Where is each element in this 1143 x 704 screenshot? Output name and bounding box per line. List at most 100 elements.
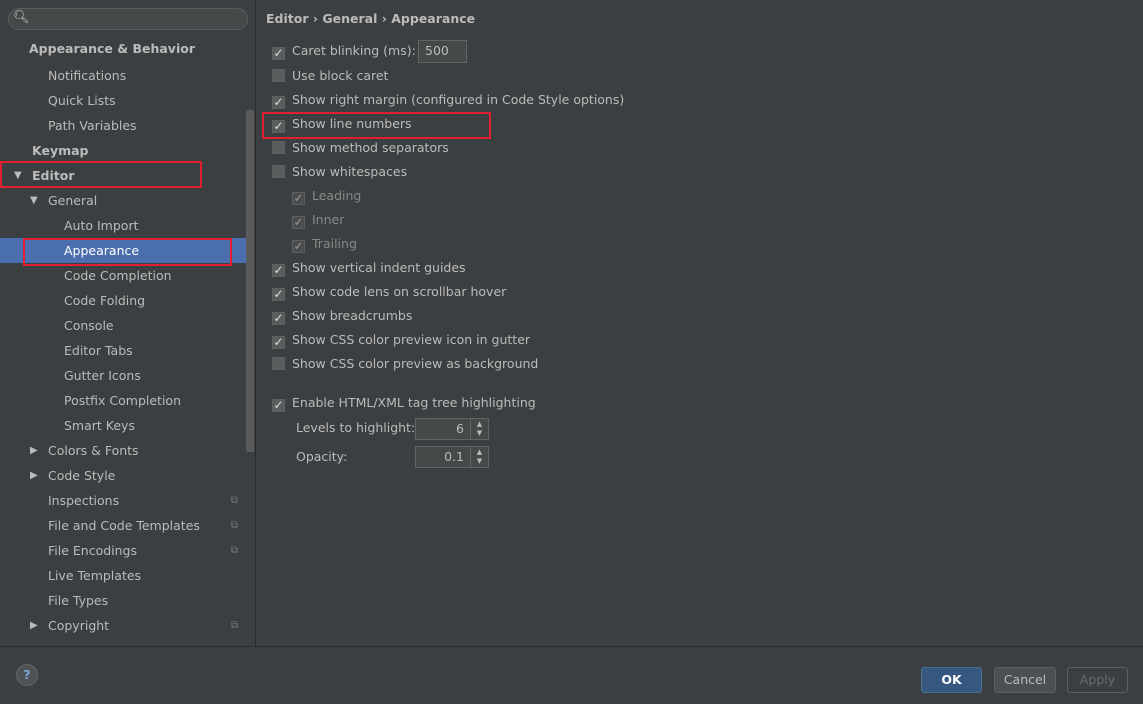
option-checkbox[interactable]: ✓ Show CSS color preview icon in gutter [272, 330, 530, 350]
sidebar-item[interactable]: Notifications [0, 63, 246, 88]
apply-button[interactable]: Apply [1067, 667, 1128, 693]
settings-tree: 🔍︎ Appearance & Behavior Notifications Qui… [0, 0, 256, 646]
sidebar-item-label: Keymap [32, 143, 89, 158]
sidebar-item[interactable]: Code Completion [0, 263, 246, 288]
sidebar-item[interactable]: File Encodings ⧉ [0, 538, 246, 563]
sidebar-item-label: File Types [48, 593, 109, 608]
checkbox-checked-icon[interactable]: ✓ [292, 192, 305, 205]
sidebar-scrollbar[interactable] [246, 110, 254, 452]
option-checkbox[interactable]: Show method separators [272, 138, 449, 158]
checkbox-unchecked-icon[interactable] [272, 165, 285, 178]
breadcrumb-appearance: Appearance [391, 11, 476, 26]
sidebar-item-label: Appearance & Behavior [29, 41, 195, 56]
checkbox-unchecked-icon[interactable] [272, 69, 285, 82]
sidebar-item-label: Colors & Fonts [48, 443, 139, 458]
option-label: Leading [312, 188, 362, 203]
help-button[interactable]: ? [16, 664, 38, 686]
checkbox-checked-icon[interactable]: ✓ [272, 264, 285, 277]
sidebar-item-label: Console [64, 318, 114, 333]
sidebar-item[interactable]: Keymap [0, 138, 246, 163]
sidebar-item[interactable]: ▶ Copyright ⧉ [0, 613, 246, 638]
option-label: Enable HTML/XML tag tree highlighting [292, 395, 536, 410]
spinner-arrows-icon[interactable]: ▲ ▼ [470, 447, 488, 467]
checkbox-checked-icon[interactable]: ✓ [292, 216, 305, 229]
sidebar-item[interactable]: Smart Keys [0, 413, 246, 438]
sidebar-item[interactable]: ▶ Code Style [0, 463, 246, 488]
footer-divider [0, 646, 1143, 647]
checkbox-checked-icon[interactable]: ✓ [272, 47, 285, 60]
breadcrumb-editor[interactable]: Editor [266, 11, 309, 26]
sidebar-item-label: Quick Lists [48, 93, 116, 108]
caret-blinking-input[interactable]: 500 [418, 40, 467, 63]
highlight-box-editor [0, 161, 202, 188]
sidebar-item-label: Postfix Completion [64, 393, 181, 408]
collapsed-arrow-icon[interactable]: ▶ [30, 613, 38, 638]
levels-value: 6 [456, 421, 464, 436]
checkbox-checked-icon[interactable]: ✓ [272, 288, 285, 301]
option-checkbox[interactable]: ✓ Show breadcrumbs [272, 306, 412, 326]
sidebar-item[interactable]: Code Folding [0, 288, 246, 313]
option-checkbox[interactable]: ✓ Leading [292, 186, 361, 206]
sidebar-item[interactable]: Postfix Completion [0, 388, 246, 413]
sidebar-item[interactable]: Gutter Icons [0, 363, 246, 388]
checkbox-unchecked-icon[interactable] [272, 357, 285, 370]
option-label: Inner [312, 212, 345, 227]
collapsed-arrow-icon[interactable]: ▶ [30, 438, 38, 463]
option-checkbox[interactable]: Use block caret [272, 66, 388, 86]
option-label: Show CSS color preview icon in gutter [292, 332, 531, 347]
option-checkbox[interactable]: ✓ Show code lens on scrollbar hover [272, 282, 506, 302]
spinner-arrows-icon[interactable]: ▲ ▼ [470, 419, 488, 439]
sidebar-item-label: File Encodings [48, 543, 138, 558]
checkbox-checked-icon[interactable]: ✓ [272, 312, 285, 325]
search-icon: 🔍︎ [13, 10, 30, 25]
project-settings-icon: ⧉ [230, 520, 238, 531]
sidebar-item[interactable]: ▶ Colors & Fonts [0, 438, 246, 463]
sidebar-item[interactable]: ▼ General [0, 188, 246, 213]
sidebar-item[interactable]: Appearance & Behavior [0, 36, 246, 61]
sidebar-item[interactable]: File and Code Templates ⧉ [0, 513, 246, 538]
sidebar-item[interactable]: Inspections ⧉ [0, 488, 246, 513]
highlight-box-line-numbers [262, 112, 491, 139]
sidebar-item[interactable]: Editor Tabs [0, 338, 246, 363]
levels-label: Levels to highlight: [296, 420, 416, 435]
opacity-spinner[interactable]: 0.1 ▲ ▼ [415, 446, 489, 468]
checkbox-checked-icon[interactable]: ✓ [272, 336, 285, 349]
project-settings-icon: ⧉ [230, 495, 238, 506]
option-checkbox[interactable]: ✓ Enable HTML/XML tag tree highlighting [272, 393, 536, 413]
breadcrumb-general[interactable]: General [322, 11, 377, 26]
sidebar-item-label: Smart Keys [64, 418, 135, 433]
sidebar-item[interactable]: Console [0, 313, 246, 338]
checkbox-checked-icon[interactable]: ✓ [292, 240, 305, 253]
cancel-button[interactable]: Cancel [994, 667, 1056, 693]
option-checkbox[interactable]: ✓ Show right margin (configured in Code S… [272, 90, 624, 110]
checkbox-unchecked-icon[interactable] [272, 141, 285, 154]
ok-button[interactable]: OK [921, 667, 982, 693]
levels-spinner[interactable]: 6 ▲ ▼ [415, 418, 489, 440]
option-label: Show breadcrumbs [292, 308, 413, 323]
search-input[interactable]: 🔍︎ [8, 8, 248, 30]
sidebar-item[interactable]: File Types [0, 588, 246, 613]
sidebar-item-label: Gutter Icons [64, 368, 141, 383]
option-label: Use block caret [292, 68, 389, 83]
option-checkbox[interactable]: Show CSS color preview as background [272, 354, 538, 374]
option-checkbox[interactable]: ✓ Inner [292, 210, 344, 230]
breadcrumb: Editor › General › Appearance [266, 11, 475, 26]
sidebar-item-label: General [48, 193, 98, 208]
option-checkbox[interactable]: ✓ Caret blinking (ms): [272, 41, 416, 61]
breadcrumb-separator: › [312, 11, 319, 26]
option-label: Show code lens on scrollbar hover [292, 284, 507, 299]
option-checkbox[interactable]: Show whitespaces [272, 162, 407, 182]
checkbox-checked-icon[interactable]: ✓ [272, 399, 285, 412]
sidebar-item-label: Notifications [48, 68, 127, 83]
sidebar-item[interactable]: Auto Import [0, 213, 246, 238]
collapsed-arrow-icon[interactable]: ▶ [30, 463, 38, 488]
expanded-arrow-icon[interactable]: ▼ [30, 188, 38, 213]
highlight-box-appearance [23, 238, 232, 266]
sidebar-item[interactable]: Path Variables [0, 113, 246, 138]
option-checkbox[interactable]: ✓ Show vertical indent guides [272, 258, 466, 278]
sidebar-item[interactable]: Quick Lists [0, 88, 246, 113]
checkbox-checked-icon[interactable]: ✓ [272, 96, 285, 109]
option-checkbox[interactable]: ✓ Trailing [292, 234, 357, 254]
opacity-label: Opacity: [296, 449, 348, 464]
sidebar-item[interactable]: Live Templates [0, 563, 246, 588]
